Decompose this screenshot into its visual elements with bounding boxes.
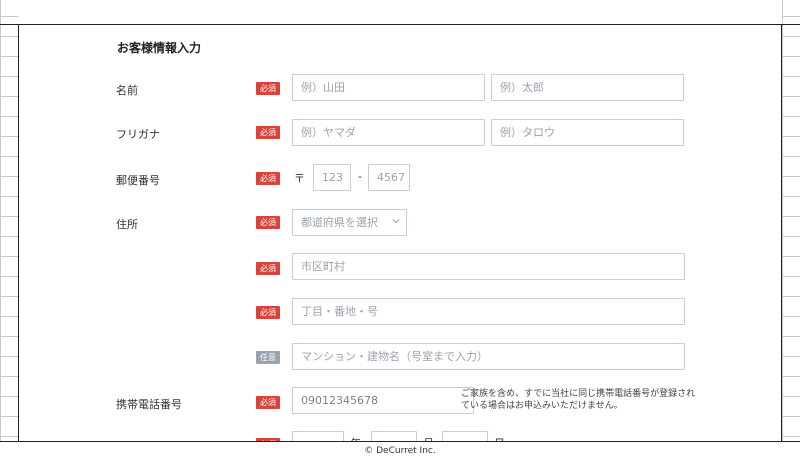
left-grid-panel [0,0,18,442]
customer-info-form: お客様情報入力 名前 必須 例）山田 例）太郎 フリガナ 必須 例）ヤマダ 例）… [18,24,782,442]
prefecture-select-value: 都道府県を選択 [301,216,378,229]
page: お客様情報入力 名前 必須 例）山田 例）太郎 フリガナ 必須 例）ヤマダ 例）… [0,0,800,464]
postal-code-first-input[interactable]: 123 [313,164,351,191]
postal-mark: 〒 [294,172,305,185]
furigana-label: フリガナ [116,128,160,141]
copyright-footer: © DeCurret Inc. [364,446,436,456]
postal-label: 郵便番号 [116,174,160,187]
postal-code-second-input[interactable]: 4567 [368,164,410,191]
first-name-kana-input[interactable]: 例）タロウ [491,119,684,146]
building-input[interactable]: マンション・建物名（号室まで入力） [292,343,685,370]
frame-bottom-border [0,441,800,442]
required-badge: 必須 [256,126,280,139]
first-name-input[interactable]: 例）太郎 [491,74,684,101]
required-badge: 必須 [256,216,280,229]
mobile-note: ご家族を含め、すでに当社に同じ携帯電話番号が登録されている場合はお申込みいただけ… [461,389,696,411]
frame-top-border [0,24,800,25]
last-name-kana-input[interactable]: 例）ヤマダ [292,119,485,146]
last-name-input[interactable]: 例）山田 [292,74,485,101]
prefecture-select[interactable]: 都道府県を選択 [292,209,407,236]
city-input[interactable]: 市区町村 [292,253,685,280]
mobile-label: 携帯電話番号 [116,398,182,411]
required-badge: 必須 [256,396,280,409]
section-title: お客様情報入力 [117,41,202,55]
name-label: 名前 [116,84,138,97]
optional-badge: 任意 [256,351,280,364]
right-grid-panel [782,0,800,442]
postal-separator: - [358,170,362,183]
required-badge: 必須 [256,172,280,185]
required-badge: 必須 [256,262,280,275]
mobile-phone-input[interactable]: 09012345678 [292,387,474,414]
address-label: 住所 [116,218,138,231]
block-address-input[interactable]: 丁目・番地・号 [292,298,685,325]
required-badge: 必須 [256,82,280,95]
required-badge: 必須 [256,306,280,319]
chevron-down-icon [392,219,400,224]
